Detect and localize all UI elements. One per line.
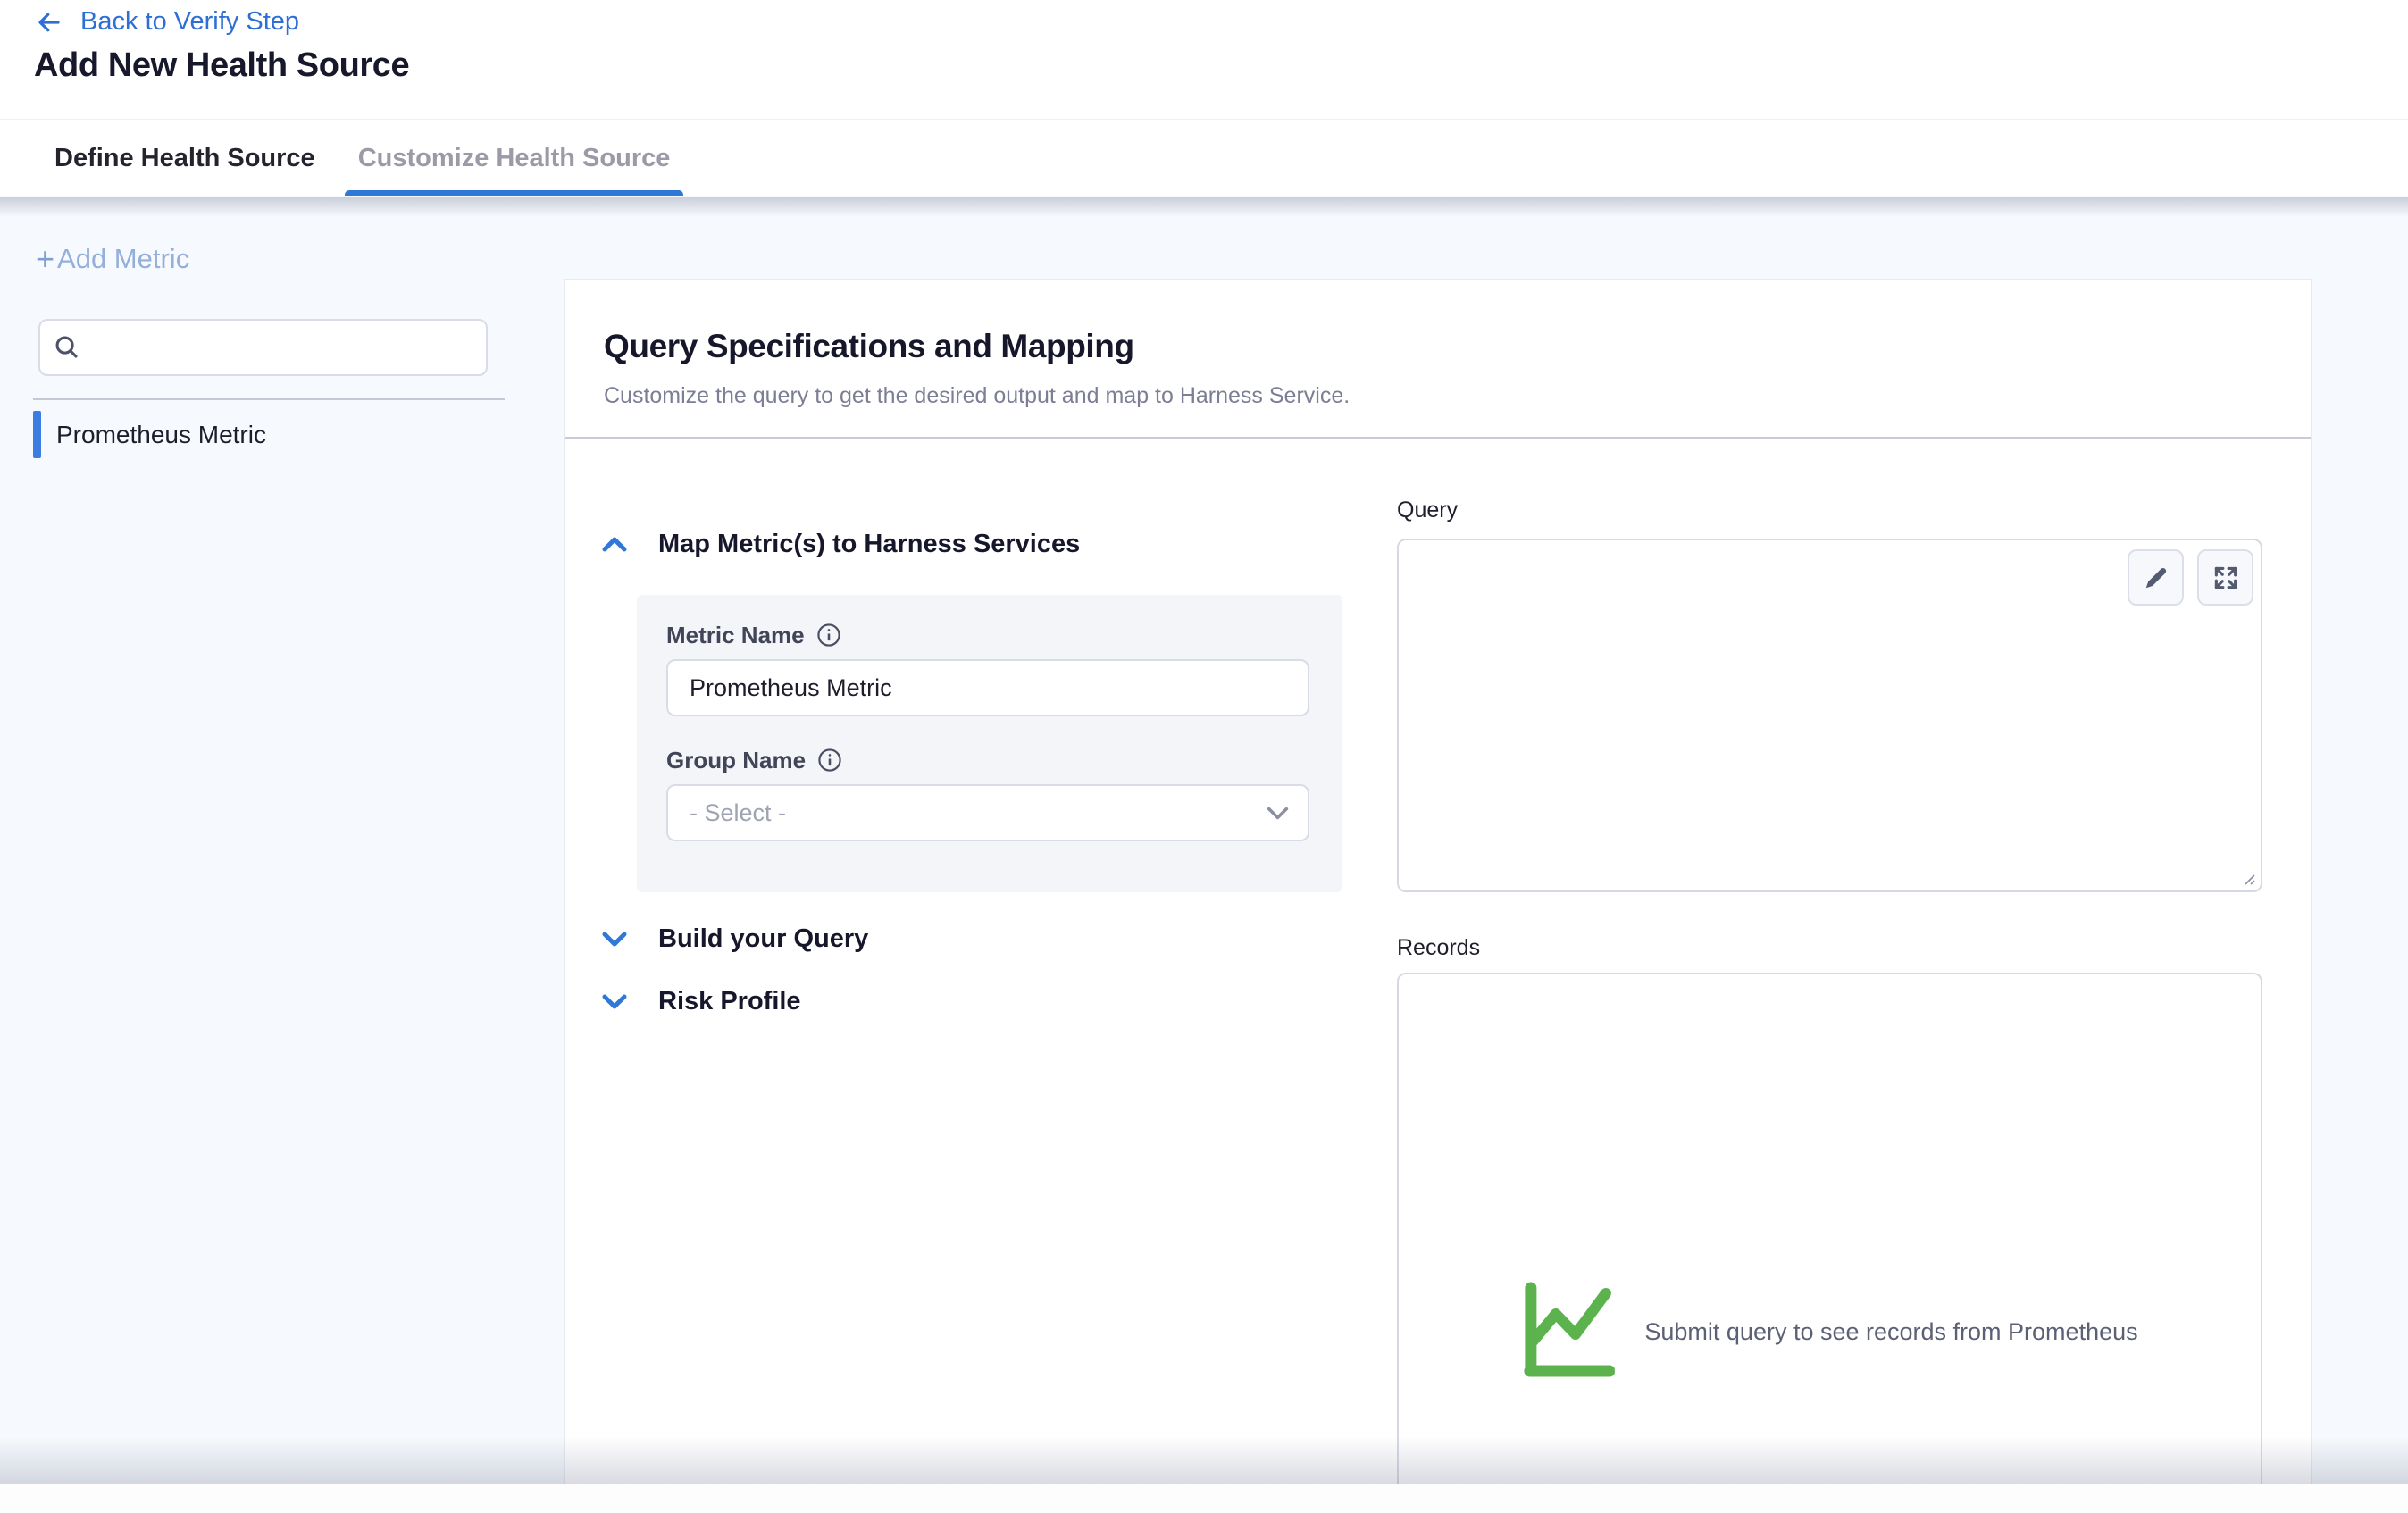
group-name-label-row: Group Name bbox=[666, 747, 1342, 773]
add-metric-label: Add Metric bbox=[57, 243, 189, 275]
group-name-select-value: - Select - bbox=[690, 799, 786, 827]
card-title: Query Specifications and Mapping bbox=[604, 328, 2272, 365]
card-header: Query Specifications and Mapping Customi… bbox=[565, 280, 2311, 439]
section-label: Map Metric(s) to Harness Services bbox=[658, 530, 1080, 559]
sidebar-divider bbox=[33, 398, 505, 400]
pencil-icon bbox=[2143, 564, 2170, 591]
metric-item-label: Prometheus Metric bbox=[56, 421, 266, 449]
page-title: Add New Health Source bbox=[34, 46, 409, 85]
page: Back to Verify Step Add New Health Sourc… bbox=[0, 0, 2408, 1513]
info-icon[interactable] bbox=[816, 623, 841, 648]
line-chart-icon bbox=[1521, 1282, 1614, 1383]
query-toolbar bbox=[2128, 549, 2253, 606]
metric-name-label: Metric Name bbox=[666, 622, 805, 649]
metric-name-label-row: Metric Name bbox=[666, 622, 1342, 648]
chevron-down-icon bbox=[1266, 806, 1290, 821]
tab-label: Customize Health Source bbox=[358, 144, 671, 173]
search-input[interactable] bbox=[90, 333, 473, 363]
edit-query-button[interactable] bbox=[2128, 549, 2184, 606]
sidebar-item-prometheus-metric[interactable]: Prometheus Metric bbox=[33, 411, 266, 458]
tabbar-shadow bbox=[0, 197, 2408, 217]
selected-indicator bbox=[33, 411, 41, 458]
chevron-down-icon bbox=[601, 931, 628, 948]
add-metric-button[interactable]: + Add Metric bbox=[36, 243, 189, 275]
metric-name-input[interactable] bbox=[666, 659, 1309, 716]
back-arrow-icon bbox=[34, 9, 64, 36]
map-metrics-panel: Metric Name Group Name - Select - bbox=[637, 595, 1342, 892]
section-map-metrics-toggle[interactable]: Map Metric(s) to Harness Services bbox=[601, 530, 1080, 559]
group-name-select[interactable]: - Select - bbox=[666, 784, 1309, 841]
search-icon bbox=[53, 333, 81, 362]
back-link[interactable]: Back to Verify Step bbox=[34, 7, 299, 37]
back-link-label: Back to Verify Step bbox=[80, 7, 299, 37]
section-label: Risk Profile bbox=[658, 987, 801, 1016]
query-editor bbox=[1397, 539, 2262, 892]
card-subtitle: Customize the query to get the desired o… bbox=[604, 383, 2272, 409]
chevron-down-icon bbox=[601, 993, 628, 1010]
tab-bar: Define Health Source Customize Health So… bbox=[0, 119, 2408, 196]
tab-define-health-source[interactable]: Define Health Source bbox=[41, 120, 329, 196]
records-label: Records bbox=[1397, 935, 1480, 961]
tab-customize-health-source[interactable]: Customize Health Source bbox=[345, 120, 684, 196]
active-tab-indicator bbox=[345, 190, 684, 196]
records-panel: Submit query to see records from Prometh… bbox=[1397, 973, 2262, 1485]
resize-grip-icon[interactable] bbox=[2237, 867, 2257, 887]
section-label: Build your Query bbox=[658, 924, 868, 954]
plus-icon: + bbox=[36, 246, 54, 272]
page-header: Back to Verify Step Add New Health Sourc… bbox=[0, 0, 2408, 119]
section-risk-profile-toggle[interactable]: Risk Profile bbox=[601, 987, 801, 1016]
records-empty-text: Submit query to see records from Prometh… bbox=[1644, 1282, 2137, 1383]
metric-search-box[interactable] bbox=[38, 319, 488, 376]
group-name-label: Group Name bbox=[666, 747, 806, 774]
chevron-up-icon bbox=[601, 536, 628, 553]
expand-icon bbox=[2212, 564, 2239, 591]
section-build-your-query-toggle[interactable]: Build your Query bbox=[601, 924, 868, 954]
footer-bar bbox=[0, 1484, 2408, 1513]
info-icon[interactable] bbox=[817, 748, 842, 773]
expand-query-button[interactable] bbox=[2197, 549, 2253, 606]
records-empty-state: Submit query to see records from Prometh… bbox=[1521, 1282, 2137, 1383]
query-spec-card: Query Specifications and Mapping Customi… bbox=[564, 279, 2312, 1484]
query-label: Query bbox=[1397, 497, 1458, 523]
tab-label: Define Health Source bbox=[54, 144, 315, 173]
